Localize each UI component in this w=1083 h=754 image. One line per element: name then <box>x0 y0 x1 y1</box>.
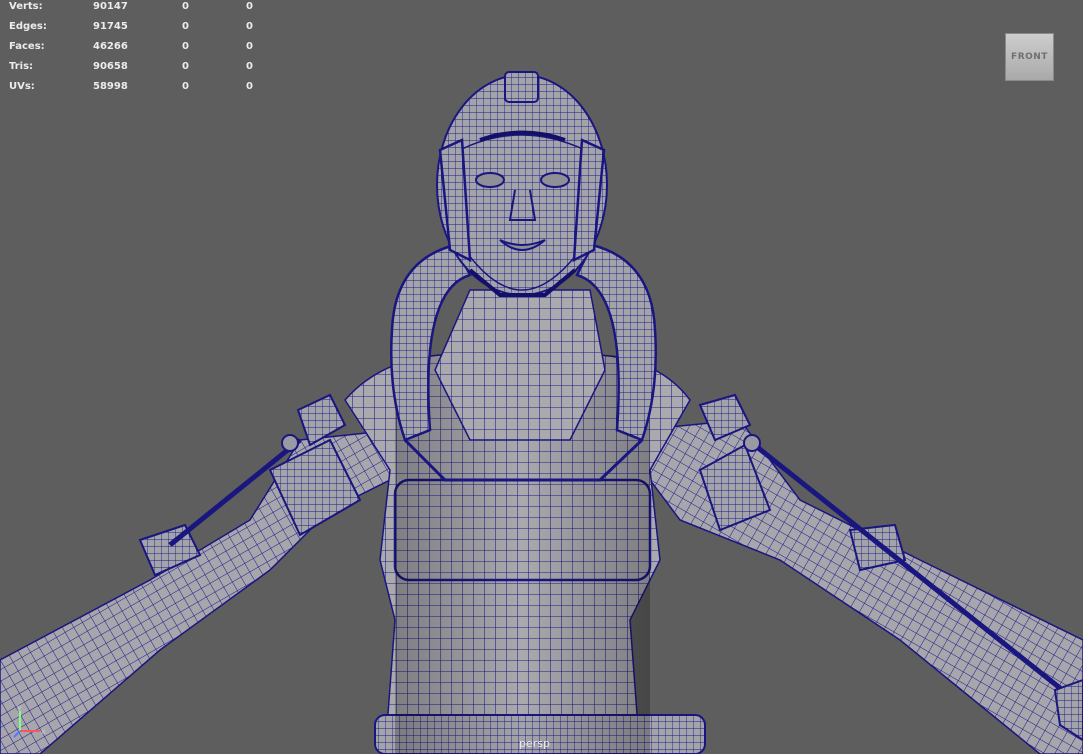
hud-value: 0 <box>246 1 253 12</box>
hud-label: Edges: <box>9 21 47 32</box>
hud-value: 0 <box>246 21 253 32</box>
hud-row-uvs: UVs: 58998 0 0 <box>0 80 260 100</box>
right-arm <box>639 393 1083 754</box>
hud-row-edges: Edges: 91745 0 0 <box>0 20 260 40</box>
poly-count-hud: Verts: 90147 0 0 Edges: 91745 0 0 Faces:… <box>0 0 260 100</box>
hud-value: 0 <box>182 21 189 32</box>
hud-value: 58998 <box>93 81 128 92</box>
hud-value: 90147 <box>93 1 128 12</box>
maya-viewport[interactable]: Verts: 90147 0 0 Edges: 91745 0 0 Faces:… <box>0 0 1083 754</box>
hud-value: 91745 <box>93 21 128 32</box>
hud-value: 0 <box>182 61 189 72</box>
hud-value: 0 <box>246 61 253 72</box>
left-arm <box>0 393 396 754</box>
hud-label: Tris: <box>9 61 34 72</box>
head <box>436 71 608 297</box>
axis-y-label: y <box>17 703 22 712</box>
viewcube-front[interactable]: FRONT <box>1005 33 1054 81</box>
hud-value: 0 <box>246 81 253 92</box>
axis-x-label: x <box>41 727 46 736</box>
hud-value: 0 <box>182 81 189 92</box>
hud-label: Faces: <box>9 41 45 52</box>
hud-row-tris: Tris: 90658 0 0 <box>0 60 260 80</box>
hud-value: 90658 <box>93 61 128 72</box>
hud-value: 46266 <box>93 41 128 52</box>
hud-value: 0 <box>182 41 189 52</box>
camera-name-label: persp <box>519 737 550 750</box>
axis-gizmo-icon: y x <box>13 703 46 738</box>
hud-row-verts: Verts: 90147 0 0 <box>0 0 260 20</box>
character-mesh[interactable] <box>0 0 1083 754</box>
hud-value: 0 <box>246 41 253 52</box>
hud-row-faces: Faces: 46266 0 0 <box>0 40 260 60</box>
hud-value: 0 <box>182 1 189 12</box>
hud-label: UVs: <box>9 81 35 92</box>
hud-label: Verts: <box>9 1 43 12</box>
